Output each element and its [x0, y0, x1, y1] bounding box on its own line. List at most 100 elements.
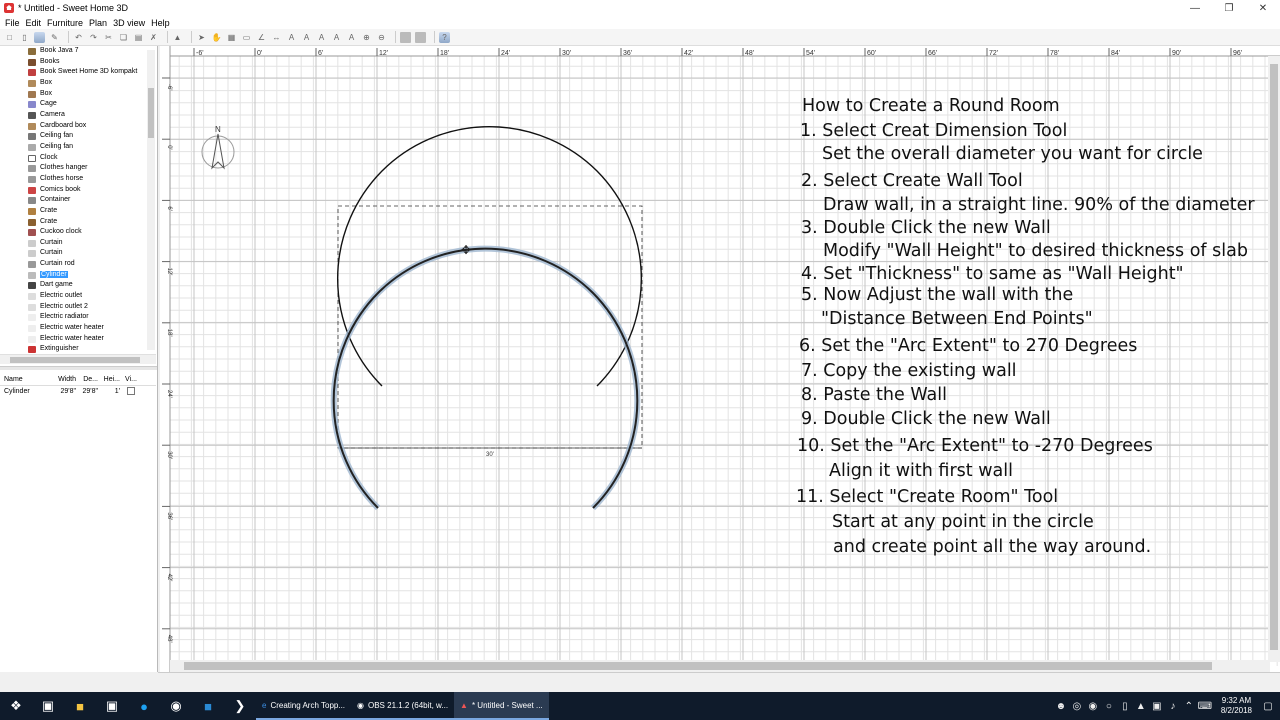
column-header-visible[interactable]: Vi...: [122, 374, 140, 385]
catalog-item[interactable]: Camera: [0, 110, 156, 121]
store-icon[interactable]: ▣: [96, 692, 128, 720]
create-video-icon[interactable]: [415, 31, 426, 43]
paste-icon[interactable]: ▤: [133, 32, 144, 43]
catalog-item[interactable]: Box: [0, 89, 156, 100]
file-explorer-icon[interactable]: ■: [64, 692, 96, 720]
maximize-icon[interactable]: ❐: [1212, 0, 1246, 16]
catalog-item[interactable]: Electric water heater: [0, 323, 156, 334]
column-header-name[interactable]: Name: [0, 374, 56, 385]
scroll-thumb[interactable]: [10, 357, 140, 363]
minimize-icon[interactable]: —: [1178, 0, 1212, 16]
taskbar-app-obs[interactable]: ◉ OBS 21.1.2 (64bit, w...: [351, 692, 455, 720]
close-icon[interactable]: ✕: [1246, 0, 1280, 16]
pan-mode-icon[interactable]: ✋: [211, 32, 222, 43]
app-icon[interactable]: ■: [192, 692, 224, 720]
keyboard-icon[interactable]: ⌨: [1197, 701, 1213, 712]
cut-icon[interactable]: ✂: [103, 32, 114, 43]
catalog-item[interactable]: Book Java 7: [0, 46, 156, 57]
create-dimensions-icon[interactable]: ↔: [271, 32, 282, 43]
catalog-item[interactable]: Electric outlet: [0, 291, 156, 302]
catalog-item[interactable]: Clock: [0, 153, 156, 164]
plan-view[interactable]: -6' 0' 6' 12' 18' 24' 30' 36' 42' 48' 54' 60' 66' 72'…: [160, 46, 1280, 672]
menu-edit[interactable]: Edit: [23, 18, 45, 28]
catalog-item[interactable]: Books: [0, 57, 156, 68]
catalog-item[interactable]: Ceiling fan: [0, 131, 156, 142]
camera-app-icon[interactable]: ◉: [160, 692, 192, 720]
battery-icon[interactable]: ▯: [1117, 701, 1133, 712]
zoom-in-icon[interactable]: ⊕: [361, 32, 372, 43]
italic-text-icon[interactable]: A: [346, 32, 357, 43]
decrease-text-icon[interactable]: A: [316, 32, 327, 43]
catalog-item[interactable]: Electric outlet 2: [0, 302, 156, 313]
windows-start-icon[interactable]: ❖: [0, 692, 32, 720]
catalog-item[interactable]: Cage: [0, 99, 156, 110]
column-header-depth[interactable]: De...: [78, 374, 100, 385]
catalog-horizontal-scrollbar[interactable]: [0, 354, 156, 364]
preferences-icon[interactable]: ✎: [49, 32, 60, 43]
menu-furniture[interactable]: Furniture: [44, 18, 86, 28]
chrome-tray-icon[interactable]: ◉: [1085, 701, 1101, 712]
task-view-icon[interactable]: ▣: [32, 692, 64, 720]
catalog-item[interactable]: Clothes hanger: [0, 163, 156, 174]
copy-icon[interactable]: ❏: [118, 32, 129, 43]
create-photo-icon[interactable]: [400, 31, 411, 43]
catalog-item[interactable]: Cylinder: [0, 270, 156, 281]
catalog-item[interactable]: Curtain: [0, 248, 156, 259]
catalog-item[interactable]: Cuckoo clock: [0, 227, 156, 238]
catalog-item[interactable]: Comics book: [0, 185, 156, 196]
twitter-icon[interactable]: ●: [128, 692, 160, 720]
select-mode-icon[interactable]: ➤: [196, 32, 207, 43]
bold-text-icon[interactable]: A: [331, 32, 342, 43]
catalog-item[interactable]: Electric water heater: [0, 334, 156, 345]
help-icon[interactable]: ?: [439, 31, 450, 43]
column-header-height[interactable]: Hei...: [100, 374, 122, 385]
tray-app-icon[interactable]: ▣: [1149, 701, 1165, 712]
catalog-item[interactable]: Ceiling fan: [0, 142, 156, 153]
catalog-vertical-scrollbar[interactable]: [147, 50, 155, 350]
volume-icon[interactable]: ♪: [1165, 701, 1181, 712]
network-icon[interactable]: ▲: [1133, 701, 1149, 712]
catalog-item[interactable]: Container: [0, 195, 156, 206]
clock[interactable]: 9:32 AM 8/2/2018: [1213, 696, 1260, 716]
catalog-item[interactable]: Electric radiator: [0, 312, 156, 323]
chevron-up-icon[interactable]: ⌃: [1181, 701, 1197, 712]
catalog-item[interactable]: Book Sweet Home 3D kompakt: [0, 67, 156, 78]
save-icon[interactable]: [34, 31, 45, 43]
undo-icon[interactable]: ↶: [73, 32, 84, 43]
add-furniture-icon[interactable]: ▲: [172, 32, 183, 43]
create-walls-icon[interactable]: ▦: [226, 32, 237, 43]
catalog-item[interactable]: Curtain rod: [0, 259, 156, 270]
delete-icon[interactable]: ✗: [148, 32, 159, 43]
menu-plan[interactable]: Plan: [86, 18, 110, 28]
notifications-icon[interactable]: ▢: [1260, 701, 1276, 712]
taskbar-app-sweethome3d[interactable]: ▲ * Untitled - Sweet ...: [454, 692, 549, 720]
catalog-item[interactable]: Clothes horse: [0, 174, 156, 185]
people-icon[interactable]: ☻: [1053, 701, 1069, 712]
table-row[interactable]: Cylinder 29'8" 29'8" 1': [0, 386, 156, 398]
catalog-item[interactable]: Box: [0, 78, 156, 89]
taskbar-app-browser[interactable]: e Creating Arch Topp...: [256, 692, 352, 720]
increase-text-icon[interactable]: A: [301, 32, 312, 43]
tray-app-icon[interactable]: ○: [1101, 701, 1117, 712]
menu-file[interactable]: File: [2, 18, 23, 28]
new-icon[interactable]: □: [4, 32, 15, 43]
plan-canvas[interactable]: -6' 0' 6' 12' 18' 24' 30' 36' 42' 48' 54' 60' 66' 72'…: [160, 46, 1280, 672]
catalog-item[interactable]: Crate: [0, 217, 156, 228]
open-icon[interactable]: ▯: [19, 32, 30, 43]
zoom-out-icon[interactable]: ⊖: [376, 32, 387, 43]
create-labels-icon[interactable]: A: [286, 32, 297, 43]
create-rooms-icon[interactable]: ▭: [241, 32, 252, 43]
column-header-width[interactable]: Width: [56, 374, 78, 385]
catalog-item[interactable]: Crate: [0, 206, 156, 217]
redo-icon[interactable]: ↷: [88, 32, 99, 43]
catalog-item[interactable]: Dart game: [0, 280, 156, 291]
tray-app-icon[interactable]: ◎: [1069, 701, 1085, 712]
menu-3d-view[interactable]: 3D view: [110, 18, 148, 28]
powershell-icon[interactable]: ❯: [224, 692, 256, 720]
panel-splitter[interactable]: [0, 366, 157, 370]
menu-help[interactable]: Help: [148, 18, 173, 28]
catalog-item[interactable]: Cardboard box: [0, 121, 156, 132]
visible-checkbox[interactable]: [127, 387, 135, 396]
catalog-item[interactable]: Curtain: [0, 238, 156, 249]
create-polylines-icon[interactable]: ∠: [256, 32, 267, 43]
